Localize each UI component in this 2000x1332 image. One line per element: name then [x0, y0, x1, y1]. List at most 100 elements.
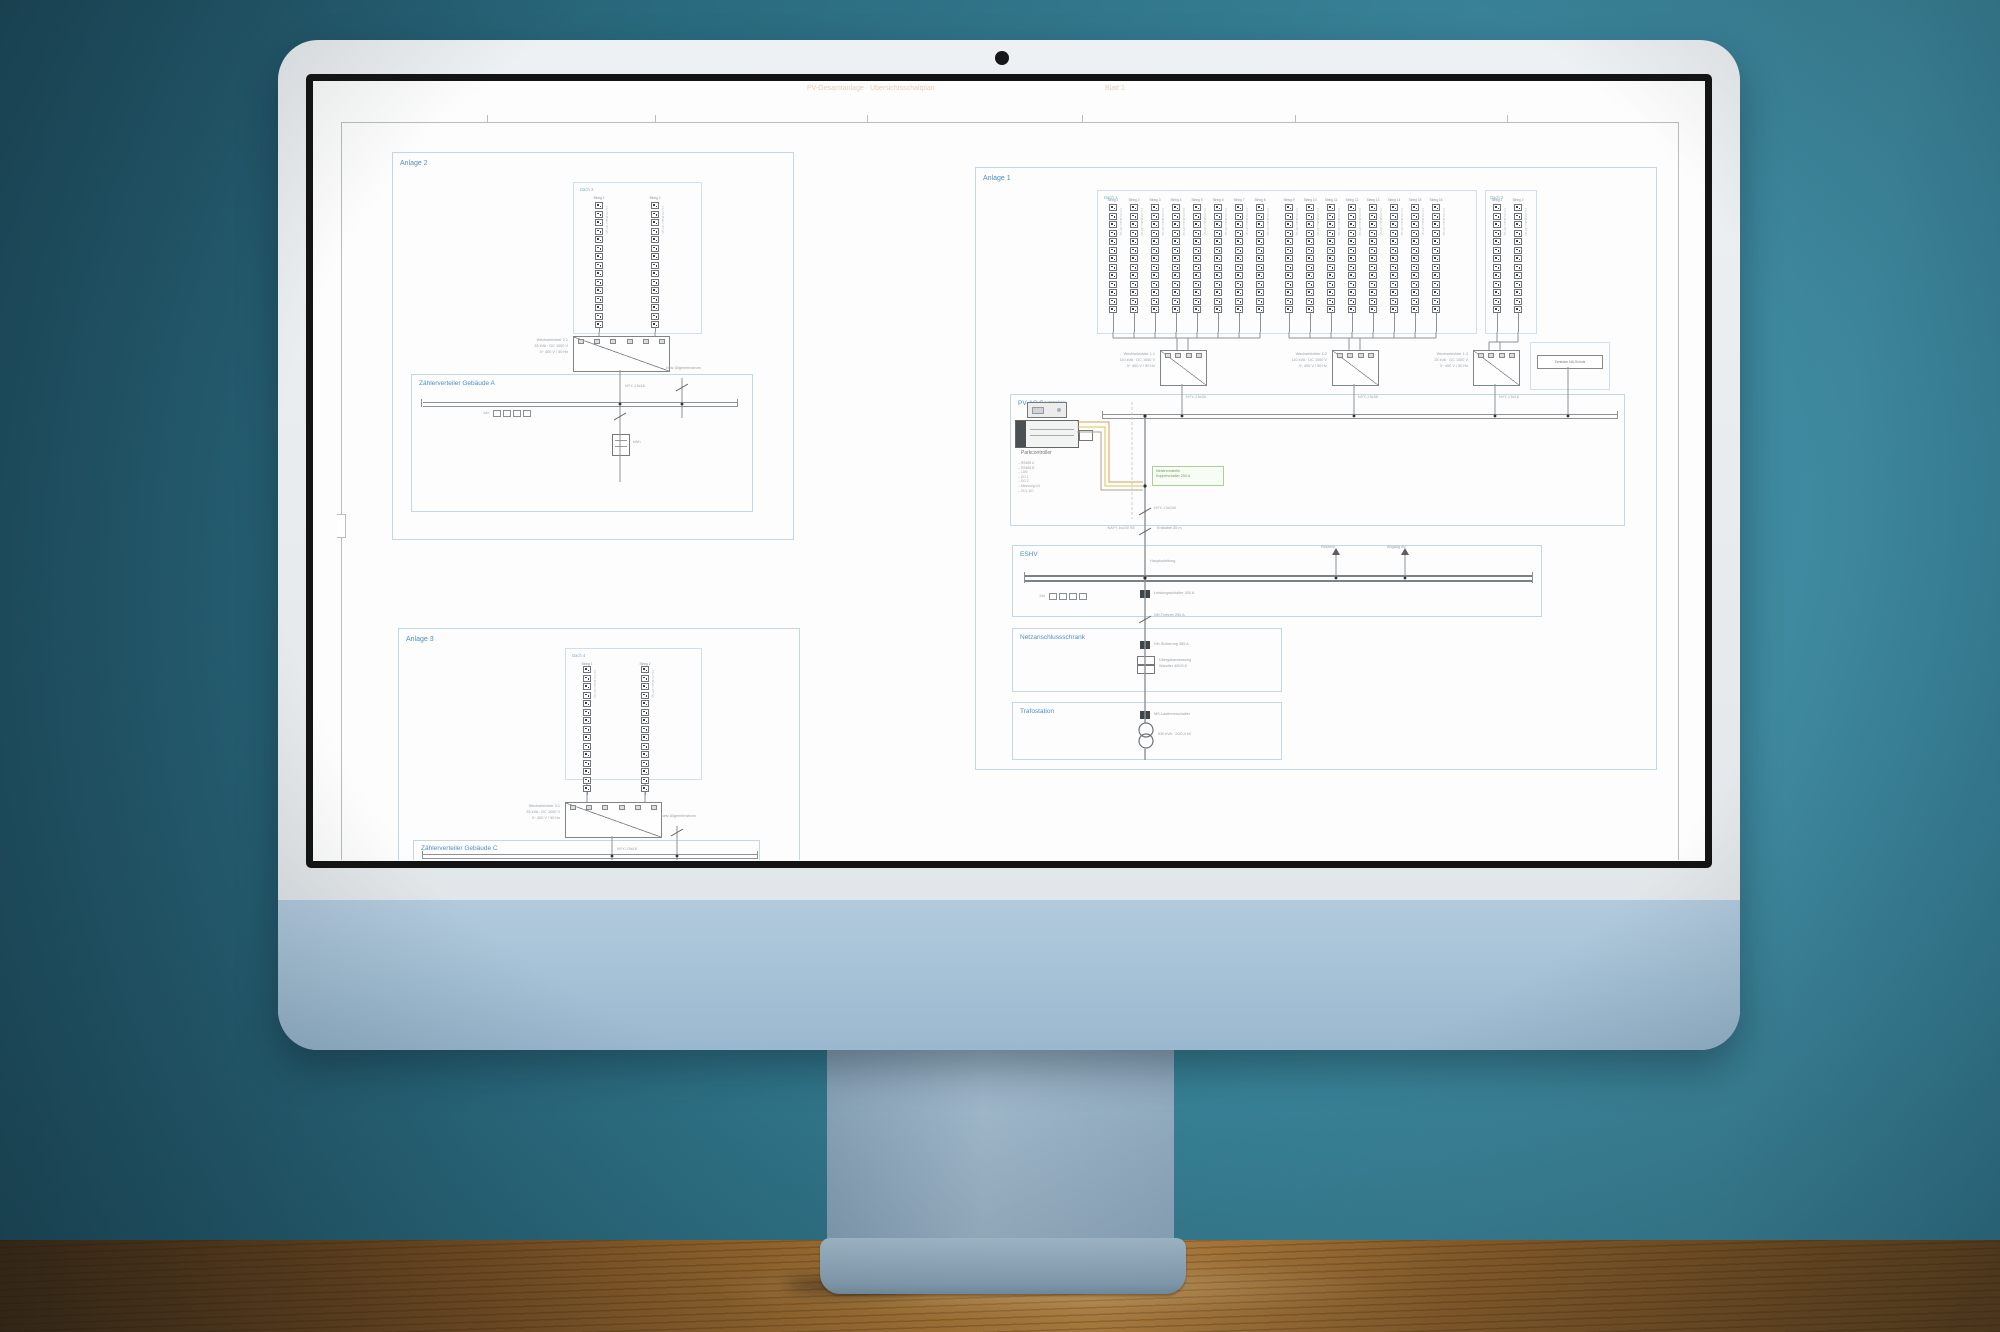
pv-module-icon — [1235, 230, 1243, 237]
pv-module-icon — [1514, 264, 1522, 271]
micro-label: 3~ 400 V / 50 Hz — [448, 350, 568, 354]
pv-module-icon — [1514, 289, 1522, 296]
pv-module-icon — [1172, 238, 1180, 245]
legend-line: – Messung U/I — [1018, 484, 1040, 489]
pv-module-icon — [595, 202, 603, 209]
pv-module-icon — [1514, 230, 1522, 237]
pv-module-icon — [1432, 247, 1440, 254]
pv-module-icon — [1306, 298, 1314, 305]
pv-module-icon — [1493, 298, 1501, 305]
metering-ct — [1137, 665, 1155, 674]
pv-module-icon — [1256, 230, 1264, 237]
imac-stand-base — [820, 1238, 1186, 1294]
pv-module-icon — [1493, 264, 1501, 271]
pv-module-icon — [1369, 272, 1377, 279]
pv-module-icon — [1514, 281, 1522, 288]
micro-label: NYY-J 5x16 — [625, 384, 645, 388]
pv-module-icon — [1151, 230, 1159, 237]
pv-module-icon — [1514, 272, 1522, 279]
nas-title: Netzanschlussschrank — [1020, 634, 1085, 641]
string-wire — [1176, 313, 1177, 332]
pv-module-icon — [1109, 306, 1117, 313]
pv-module-icon — [1214, 204, 1222, 211]
pv-string-note: 12x PV-Modul 415 Wp — [1400, 208, 1404, 236]
pv-module-icon — [1285, 204, 1293, 211]
pv-module-icon — [1193, 238, 1201, 245]
pv-module-icon — [1369, 281, 1377, 288]
pv-module-icon — [583, 700, 591, 707]
pv-module-icon — [1390, 230, 1398, 237]
inverter-1-3 — [1473, 350, 1520, 386]
pv-module-icon — [1109, 204, 1117, 211]
roof-label-anlage-3: Dach 4 — [572, 653, 585, 658]
sheet-frame-left — [341, 122, 342, 860]
string-wire — [599, 328, 600, 332]
pv-module-icon — [651, 262, 659, 269]
pv-module-icon — [1493, 272, 1501, 279]
pv-module-chain: 12x PV-Modul 415 Wp — [1432, 204, 1440, 313]
pv-module-icon — [595, 228, 603, 235]
pv-string: String 1312x PV-Modul 415 Wp — [1363, 198, 1383, 332]
pv-module-icon — [1348, 272, 1356, 279]
pv-string: String 1012x PV-Modul 415 Wp — [1300, 198, 1320, 332]
pv-module-icon — [1369, 289, 1377, 296]
pv-module-icon — [1235, 264, 1243, 271]
pv-module-icon — [1432, 221, 1440, 228]
pv-module-icon — [1369, 298, 1377, 305]
pv-module-icon — [1493, 306, 1501, 313]
pv-module-icon — [641, 743, 649, 750]
pv-module-icon — [1285, 230, 1293, 237]
pv-module-icon — [1369, 221, 1377, 228]
parkcontroller-legend: – RS485 A– RS485 B– LAN– DO 1– DO 2– Mes… — [1018, 461, 1040, 493]
pv-module-icon — [651, 202, 659, 209]
pv-module-icon — [1214, 221, 1222, 228]
pv-module-icon — [651, 304, 659, 311]
pv-module-chain: 12x PV-Modul 415 Wp — [1193, 204, 1201, 313]
pv-module-icon — [1348, 255, 1356, 262]
pv-module-icon — [1256, 306, 1264, 313]
pv-module-icon — [1172, 204, 1180, 211]
pv-module-icon — [1306, 306, 1314, 313]
pv-module-icon — [1109, 213, 1117, 220]
imac-stand-neck — [827, 1046, 1174, 1244]
pv-module-icon — [1151, 238, 1159, 245]
pv-string: String 312x PV-Modul 415 Wp — [1145, 198, 1165, 332]
pv-module-icon — [1151, 272, 1159, 279]
pv-module-icon — [1109, 281, 1117, 288]
string-wire — [1331, 313, 1332, 332]
pv-module-icon — [641, 777, 649, 784]
pv-string-note: 12x PV-Modul 415 Wp — [1295, 208, 1299, 236]
pv-module-icon — [1172, 221, 1180, 228]
pv-module-icon — [1285, 272, 1293, 279]
pv-string: String 212x PV-Modul 415 Wp — [635, 662, 655, 778]
ac-busbar — [1103, 418, 1617, 419]
pv-module-chain: 12x PV-Modul 415 Wp — [1109, 204, 1117, 313]
dc-terminals — [570, 805, 657, 810]
sheet-column-tick — [1295, 115, 1296, 122]
schematic-sheet[interactable]: PV-Gesamtanlage · Übersichtsschaltplan B… — [337, 84, 1683, 860]
micro-label: 110 kVA · DC 1000 V — [1035, 358, 1155, 362]
busbar — [423, 858, 757, 859]
pv-module-icon — [1256, 221, 1264, 228]
pv-module-icon — [1214, 255, 1222, 262]
pv-module-icon — [1411, 264, 1419, 271]
pv-module-icon — [1130, 230, 1138, 237]
dc-terminals — [1478, 353, 1515, 358]
pv-module-icon — [1235, 289, 1243, 296]
pv-string-note: 12x PV-Modul 415 Wp — [1337, 208, 1341, 236]
pv-module-icon — [1256, 204, 1264, 211]
pv-module-icon — [583, 666, 591, 673]
micro-label: NAYY 4x240 SE — [1015, 526, 1135, 530]
pv-module-icon — [1514, 221, 1522, 228]
pv-module-icon — [1493, 255, 1501, 262]
pv-module-icon — [1151, 213, 1159, 220]
scene: { "sheet": { "faint_title": "PV-Gesamtan… — [0, 0, 2000, 1332]
pv-module-icon — [1193, 230, 1201, 237]
micro-label: Wechselrichter 1.3 — [1348, 352, 1468, 356]
pv-module-icon — [1172, 264, 1180, 271]
pv-module-icon — [1214, 264, 1222, 271]
bus-end-tick — [421, 399, 422, 407]
pv-string: String 212x PV-Modul 415 Wp — [645, 196, 665, 332]
pv-string-note: 12x PV-Modul 415 Wp — [1140, 208, 1144, 236]
pv-module-icon — [651, 236, 659, 243]
